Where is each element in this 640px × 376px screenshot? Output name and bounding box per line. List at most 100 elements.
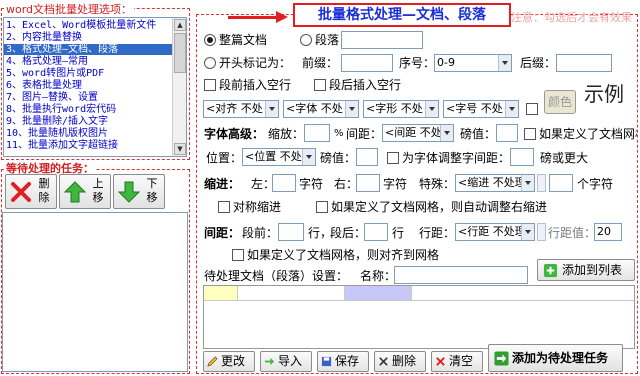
font-size-value: <字号 不处 — [446, 102, 503, 115]
edit-label: 更改 — [221, 354, 246, 368]
starts-with-label: 开头标记为： — [219, 56, 292, 70]
chevron-down-icon — [521, 224, 534, 240]
list-item-selected[interactable]: 3、格式处理—文档、段落 — [4, 44, 174, 55]
space-after-input[interactable] — [364, 223, 388, 241]
indent-grid-checkbox[interactable] — [316, 201, 328, 213]
pounds-label: 磅值： — [460, 127, 497, 141]
space-before-unit: 行， — [308, 226, 333, 240]
char-spacing-value: <间距 不处 — [385, 126, 442, 139]
starts-with-radio[interactable] — [204, 57, 216, 69]
scroll-thumb[interactable] — [174, 33, 186, 73]
paragraph-radio[interactable] — [300, 34, 312, 46]
options-list[interactable]: 1、Excel、Word模板批量新文件 2、内容批量替换 3、格式处理—文档、段… — [3, 17, 187, 157]
kerning-checkbox[interactable] — [387, 152, 399, 164]
align-select[interactable]: <对齐 不处 — [203, 100, 279, 118]
pointer-arrow-shaft — [228, 16, 280, 19]
paragraph-input[interactable] — [341, 31, 423, 49]
list-item[interactable]: 7、图片—替换、设置 — [6, 92, 98, 103]
add-task-button[interactable]: 添加为待处理任务 — [488, 344, 623, 372]
clear-button[interactable]: 清空 — [431, 351, 483, 372]
color-button[interactable]: 颜色 — [544, 90, 576, 114]
task-name-input[interactable] — [394, 266, 528, 284]
move-up-label: 上移 — [92, 177, 104, 204]
color-checkbox[interactable] — [526, 103, 538, 115]
font-grid-checkbox[interactable] — [524, 128, 536, 140]
symmetric-indent-label: 对称缩进 — [233, 200, 282, 214]
position-label: 位置： — [206, 151, 243, 165]
delete-task-button[interactable]: 删除 — [5, 174, 57, 209]
grid-cell[interactable] — [345, 286, 412, 301]
prefix-input[interactable] — [341, 54, 393, 72]
delete-label: 删除 — [38, 177, 50, 204]
font-select[interactable]: <字体 不处 — [283, 100, 359, 118]
font-size-select[interactable]: <字号 不处 — [443, 100, 519, 118]
char-spacing-select[interactable]: <间距 不处 — [382, 124, 454, 142]
kerning-label: 为字体调整字间距： — [402, 151, 511, 165]
scale-input[interactable] — [304, 124, 330, 142]
font-style-select[interactable]: <字形 不处 — [363, 100, 439, 118]
indent-special-select[interactable]: <缩进 不处理 — [455, 174, 535, 192]
list-item[interactable]: 1、Excel、Word模板批量新文件 — [6, 20, 156, 31]
paragraph-label: 段落 — [315, 33, 340, 47]
space-before-input[interactable] — [278, 223, 304, 241]
add-list-icon — [543, 263, 558, 278]
or-more-label: 磅或更大 — [540, 151, 589, 165]
page-title: 批量格式处理—文档、段落 — [293, 3, 511, 27]
seq-select[interactable]: 0-9 — [434, 54, 512, 72]
list-item[interactable]: 2、内容批量替换 — [6, 32, 82, 43]
spacing-pounds-input[interactable] — [496, 124, 518, 142]
space-after-label: 段后： — [330, 226, 367, 240]
import-button[interactable]: 导入 — [260, 351, 312, 372]
indent-right-input[interactable] — [356, 174, 380, 192]
position-pounds-input[interactable] — [356, 148, 378, 166]
grid-cell[interactable] — [204, 286, 238, 301]
indent-left-input[interactable] — [272, 174, 296, 192]
indent-right-unit: 字符 — [383, 177, 408, 191]
list-item[interactable]: 9、批量删除/插入文字 — [6, 116, 108, 127]
grid-cell[interactable] — [238, 286, 345, 301]
scroll-down-icon[interactable]: ▼ — [174, 143, 186, 155]
indent-spinner[interactable] — [537, 174, 546, 192]
grid-cell[interactable] — [412, 286, 634, 301]
insert-before-checkbox[interactable] — [204, 79, 216, 91]
position-select[interactable]: <位置 不处 — [242, 148, 316, 166]
whole-doc-radio[interactable] — [204, 34, 216, 46]
delete-button[interactable]: 删除 — [374, 351, 426, 372]
whole-doc-label: 整篇文档 — [219, 33, 268, 47]
pending-task-list[interactable] — [2, 212, 188, 372]
spacing-grid-checkbox[interactable] — [232, 249, 244, 261]
list-item[interactable]: 10、批量随机版权图片 — [6, 128, 108, 139]
indent-chars-input[interactable] — [549, 174, 573, 192]
suffix-input[interactable] — [556, 54, 612, 72]
line-spacing-label: 行距： — [419, 226, 456, 240]
list-item[interactable]: 6、表格批量处理 — [6, 80, 82, 91]
list-item[interactable]: 8、批量执行word宏代码 — [6, 104, 116, 115]
save-button[interactable]: 保存 — [317, 351, 369, 372]
indent-chars-unit: 个字符 — [577, 177, 614, 191]
hint-text: 注意：勾选后才会有效果 — [511, 11, 632, 24]
insert-after-checkbox[interactable] — [314, 79, 326, 91]
add-to-list-button[interactable]: 添加到列表 — [537, 259, 635, 281]
list-item[interactable]: 4、格式处理—常用 — [6, 56, 88, 67]
add-to-list-label: 添加到列表 — [562, 263, 623, 277]
line-spacing-spinner[interactable] — [537, 223, 546, 241]
edit-button[interactable]: 更改 — [203, 351, 255, 372]
move-up-button[interactable]: 上移 — [59, 174, 111, 209]
move-down-button[interactable]: 下移 — [113, 174, 165, 209]
chevron-down-icon — [521, 175, 534, 191]
task-grid[interactable] — [203, 285, 635, 349]
list-scrollbar[interactable]: ▲ ▼ — [172, 18, 186, 156]
line-spacing-select[interactable]: <行距 不处理 — [455, 223, 535, 241]
font-value: <字体 不处 — [286, 102, 343, 115]
chevron-down-icon — [498, 55, 511, 71]
scroll-up-icon[interactable]: ▲ — [174, 19, 186, 31]
position-value: <位置 不处 — [245, 150, 302, 163]
save-icon — [321, 356, 332, 367]
task-name-label: 名称： — [360, 269, 397, 283]
symmetric-indent-checkbox[interactable] — [218, 201, 230, 213]
add-task-label: 添加为待处理任务 — [512, 351, 609, 365]
kerning-input[interactable] — [510, 148, 534, 166]
line-pounds-input[interactable]: 20 — [594, 223, 622, 241]
list-item[interactable]: 5、word转图片或PDF — [6, 68, 104, 79]
list-item[interactable]: 11、批量添加文字超链接 — [6, 140, 118, 151]
